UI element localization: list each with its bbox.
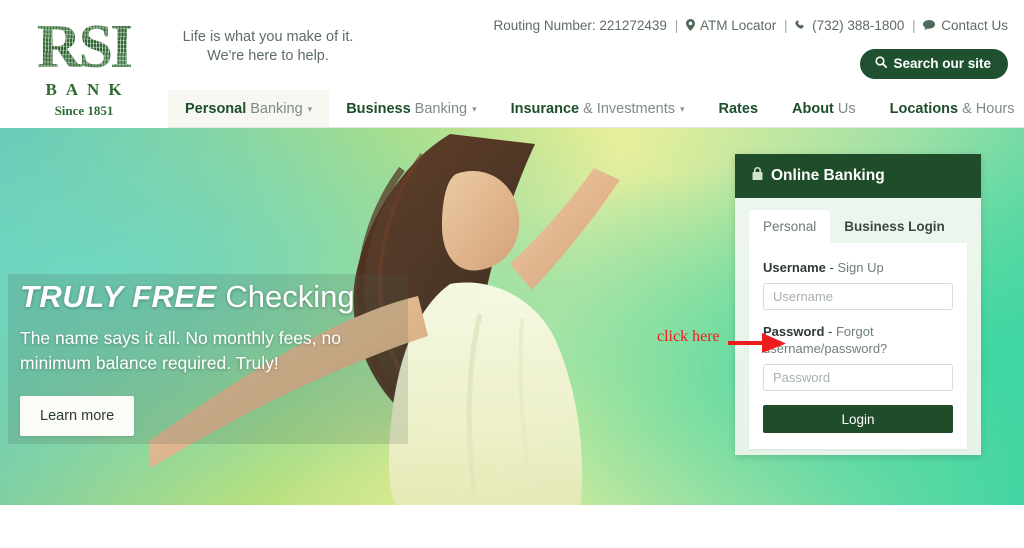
- login-button[interactable]: Login: [763, 405, 953, 433]
- online-banking-header: Online Banking: [735, 154, 981, 198]
- nav-item-locations-hours[interactable]: Locations & Hours: [873, 90, 1024, 128]
- hero-headline: TRULY FREE Checking: [20, 278, 420, 316]
- password-label-row: Password - Forgot username/password?: [763, 323, 953, 357]
- online-banking-panel: Online Banking Personal Business Login U…: [735, 154, 981, 455]
- nav-label-strong: Personal: [185, 101, 247, 117]
- nav-label-strong: Rates: [718, 101, 759, 117]
- nav-label-rest: Us: [837, 101, 856, 117]
- right-arrow-annotation-icon: [728, 333, 786, 353]
- map-pin-icon: [685, 19, 695, 34]
- lock-icon: [752, 167, 763, 185]
- search-site-label: Search our site: [893, 56, 991, 71]
- chevron-down-icon: ▾: [679, 103, 685, 114]
- nav-label-rest: & Hours: [962, 101, 1015, 117]
- tagline-line-2: We're here to help.: [207, 48, 329, 64]
- site-header: RSI BANK Since 1851 Life is what you mak…: [0, 0, 1024, 128]
- password-input[interactable]: [763, 364, 953, 391]
- tab-business-login[interactable]: Business Login: [830, 210, 959, 243]
- annotation-label: click here: [657, 328, 720, 345]
- hero-subheadline: The name says it all. No monthly fees, n…: [20, 328, 341, 373]
- tab-personal[interactable]: Personal: [749, 210, 831, 243]
- nav-item-rates[interactable]: Rates: [702, 90, 776, 128]
- username-input[interactable]: [763, 283, 953, 310]
- label-dash: -: [824, 324, 836, 339]
- logo-wordmark: RSI: [36, 13, 132, 81]
- tagline-line-1: Life is what you make of it.: [182, 29, 354, 45]
- site-logo[interactable]: RSI BANK Since 1851: [14, 4, 154, 122]
- hero-slide-content: TRULY FREE Checking The name says it all…: [20, 278, 420, 436]
- hero-headline-emphasis: TRULY FREE: [20, 279, 217, 314]
- utility-bar: Routing Number: 221272439 | ATM Locator …: [494, 18, 1008, 34]
- search-icon: [875, 56, 888, 71]
- separator: |: [784, 18, 788, 33]
- online-banking-tabs: Personal Business Login: [735, 198, 981, 243]
- search-site-button[interactable]: Search our site: [860, 49, 1008, 79]
- hero-headline-rest: Checking: [216, 279, 355, 314]
- separator: |: [674, 18, 679, 33]
- nav-label-rest: Banking: [414, 101, 468, 117]
- online-banking-title: Online Banking: [771, 167, 885, 184]
- nav-item-business-banking[interactable]: Business Banking ▾: [329, 90, 493, 128]
- username-label: Username: [763, 260, 826, 275]
- label-dash: -: [825, 260, 838, 275]
- separator: |: [912, 18, 916, 33]
- phone-number-link[interactable]: (732) 388-1800: [812, 18, 904, 33]
- nav-label-strong: Locations: [889, 101, 959, 117]
- contact-us-link[interactable]: Contact Us: [941, 18, 1008, 33]
- page-root: RSI BANK Since 1851 Life is what you mak…: [0, 0, 1024, 548]
- logo-bank-text: BANK: [45, 80, 131, 99]
- chevron-down-icon: ▾: [472, 103, 477, 114]
- learn-more-button[interactable]: Learn more: [20, 396, 135, 436]
- username-label-row: Username - Sign Up: [763, 259, 953, 276]
- field-spacer: [763, 310, 953, 323]
- routing-number: Routing Number: 221272439: [493, 18, 667, 33]
- chat-bubble-icon: [923, 19, 936, 34]
- nav-label-strong: About: [792, 101, 834, 117]
- nav-label-strong: Insurance: [510, 101, 580, 117]
- brand-tagline: Life is what you make of it. We're here …: [168, 28, 368, 66]
- phone-icon: [795, 19, 806, 34]
- atm-locator-link[interactable]: ATM Locator: [700, 18, 776, 33]
- primary-navigation: Personal Banking ▾ Business Banking ▾ Insu…: [168, 90, 1024, 128]
- nav-item-insurance-investments[interactable]: Insurance & Investments ▾: [494, 90, 702, 128]
- nav-item-about-us[interactable]: About Us: [775, 90, 873, 128]
- nav-item-personal-banking[interactable]: Personal Banking ▾: [168, 90, 330, 128]
- chevron-down-icon: ▾: [307, 103, 313, 114]
- logo-since-text: Since 1851: [54, 103, 114, 118]
- sign-up-link[interactable]: Sign Up: [837, 260, 883, 275]
- nav-label-rest: Banking: [250, 101, 303, 117]
- nav-label-rest: & Investments: [583, 101, 675, 117]
- below-fold-strip: [0, 505, 1024, 548]
- nav-label-strong: Business: [346, 101, 411, 117]
